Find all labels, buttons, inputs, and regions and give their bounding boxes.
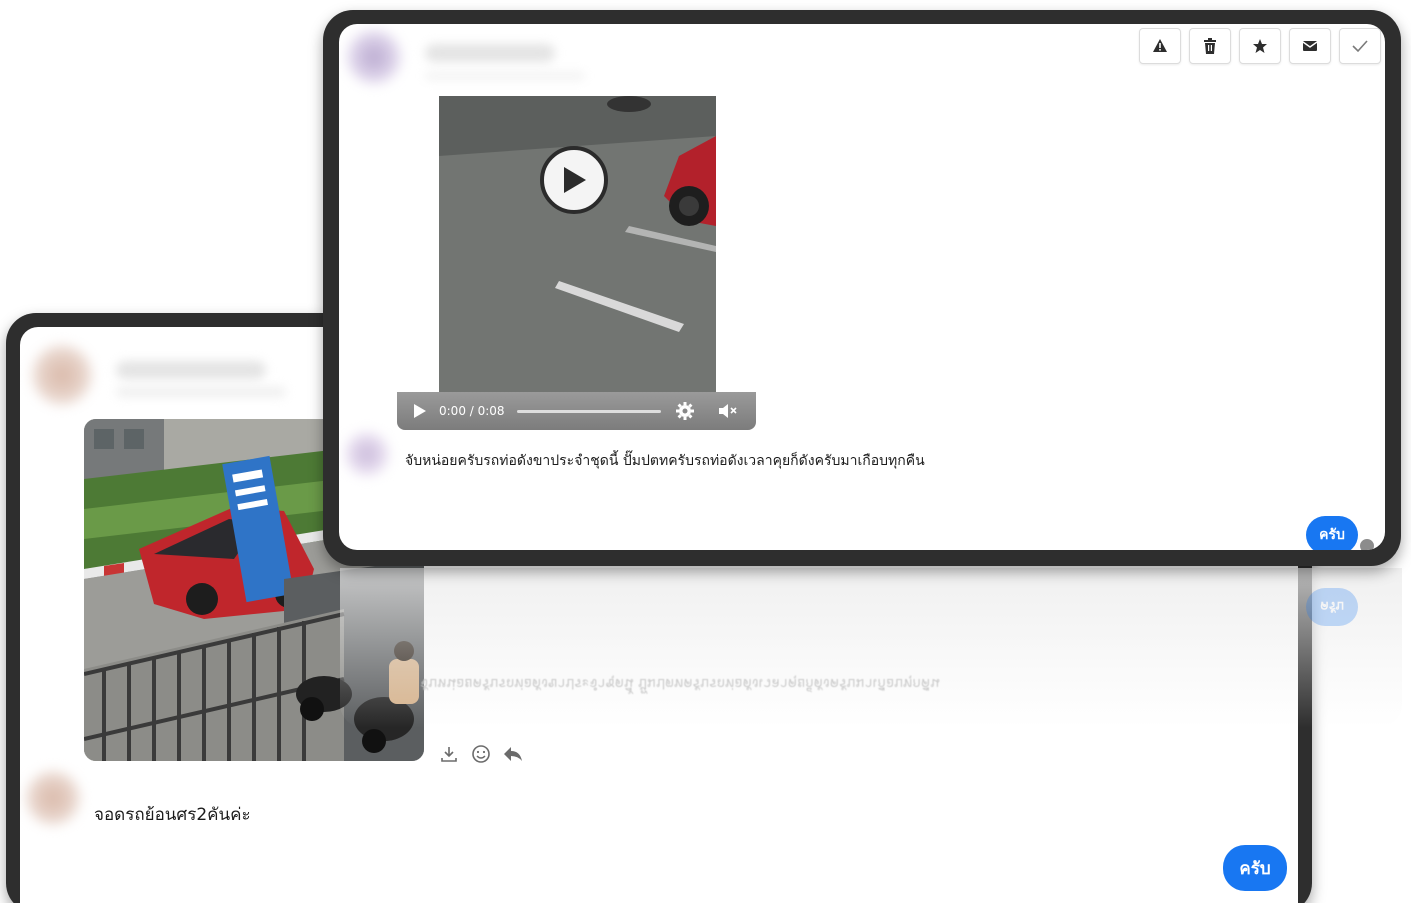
control-play-icon[interactable] [413,403,427,419]
download-icon[interactable] [438,743,460,765]
video-time: 0:00 / 0:08 [439,404,505,418]
front-chat-frame: 0:00 / 0:08 จับหน่อยครับรถท่อดังขาประจำช… [323,10,1401,566]
mute-icon[interactable] [717,402,739,420]
front-frame-reflection: ครับ [340,568,1402,728]
sender-name-blurred [116,361,266,379]
sender-subtitle-blurred-front [425,72,585,80]
video-controls: 0:00 / 0:08 [397,392,756,430]
warning-icon [1153,39,1167,52]
reply-icon[interactable] [502,743,524,765]
mark-done-button[interactable] [1339,28,1381,64]
message-actions [438,743,524,765]
sender-name-blurred-front [425,44,555,62]
reply-bubble-front: ครับ [1306,516,1358,550]
mark-unread-button[interactable] [1289,28,1331,64]
mail-icon [1302,41,1318,51]
message-toolbar [1139,28,1381,64]
sender-avatar-blurred [32,345,92,405]
sender-avatar-blurred-front [347,30,401,84]
reflection-reply-bubble: ครับ [1306,588,1358,626]
play-button[interactable] [540,146,608,214]
incoming-message-text: จอดรถย้อนศร2คันค่ะ [94,805,251,825]
video-seek-bar[interactable] [516,409,661,413]
front-chat-screen: 0:00 / 0:08 จับหน่อยครับรถท่อดังขาประจำช… [339,24,1385,550]
play-icon [564,167,586,193]
message-avatar-blurred-front [345,432,389,476]
reflection-message-text: จับหน่อยครับรถท่อดังขาประจำชุดนี้ ปั๊มปต… [420,675,940,691]
report-button[interactable] [1139,28,1181,64]
star-button[interactable] [1239,28,1281,64]
trash-icon [1204,38,1216,54]
sender-subtitle-blurred [116,387,286,397]
settings-gear-icon[interactable] [675,401,695,421]
incoming-message-text-front: จับหน่อยครับรถท่อดังขาประจำชุดนี้ ปั๊มปต… [405,453,925,469]
star-icon [1253,39,1267,53]
video-frame-illustration [439,96,716,406]
reply-bubble: ครับ [1223,845,1287,891]
emoji-icon[interactable] [470,743,492,765]
check-icon [1352,40,1368,53]
stage: จอดรถย้อนศร2คันค่ะ ครับ ครับ จับหน่อยครั… [0,0,1411,903]
seen-indicator-avatar [1359,538,1375,550]
delete-button[interactable] [1189,28,1231,64]
video-attachment[interactable] [439,96,716,406]
message-avatar-blurred [26,771,80,825]
